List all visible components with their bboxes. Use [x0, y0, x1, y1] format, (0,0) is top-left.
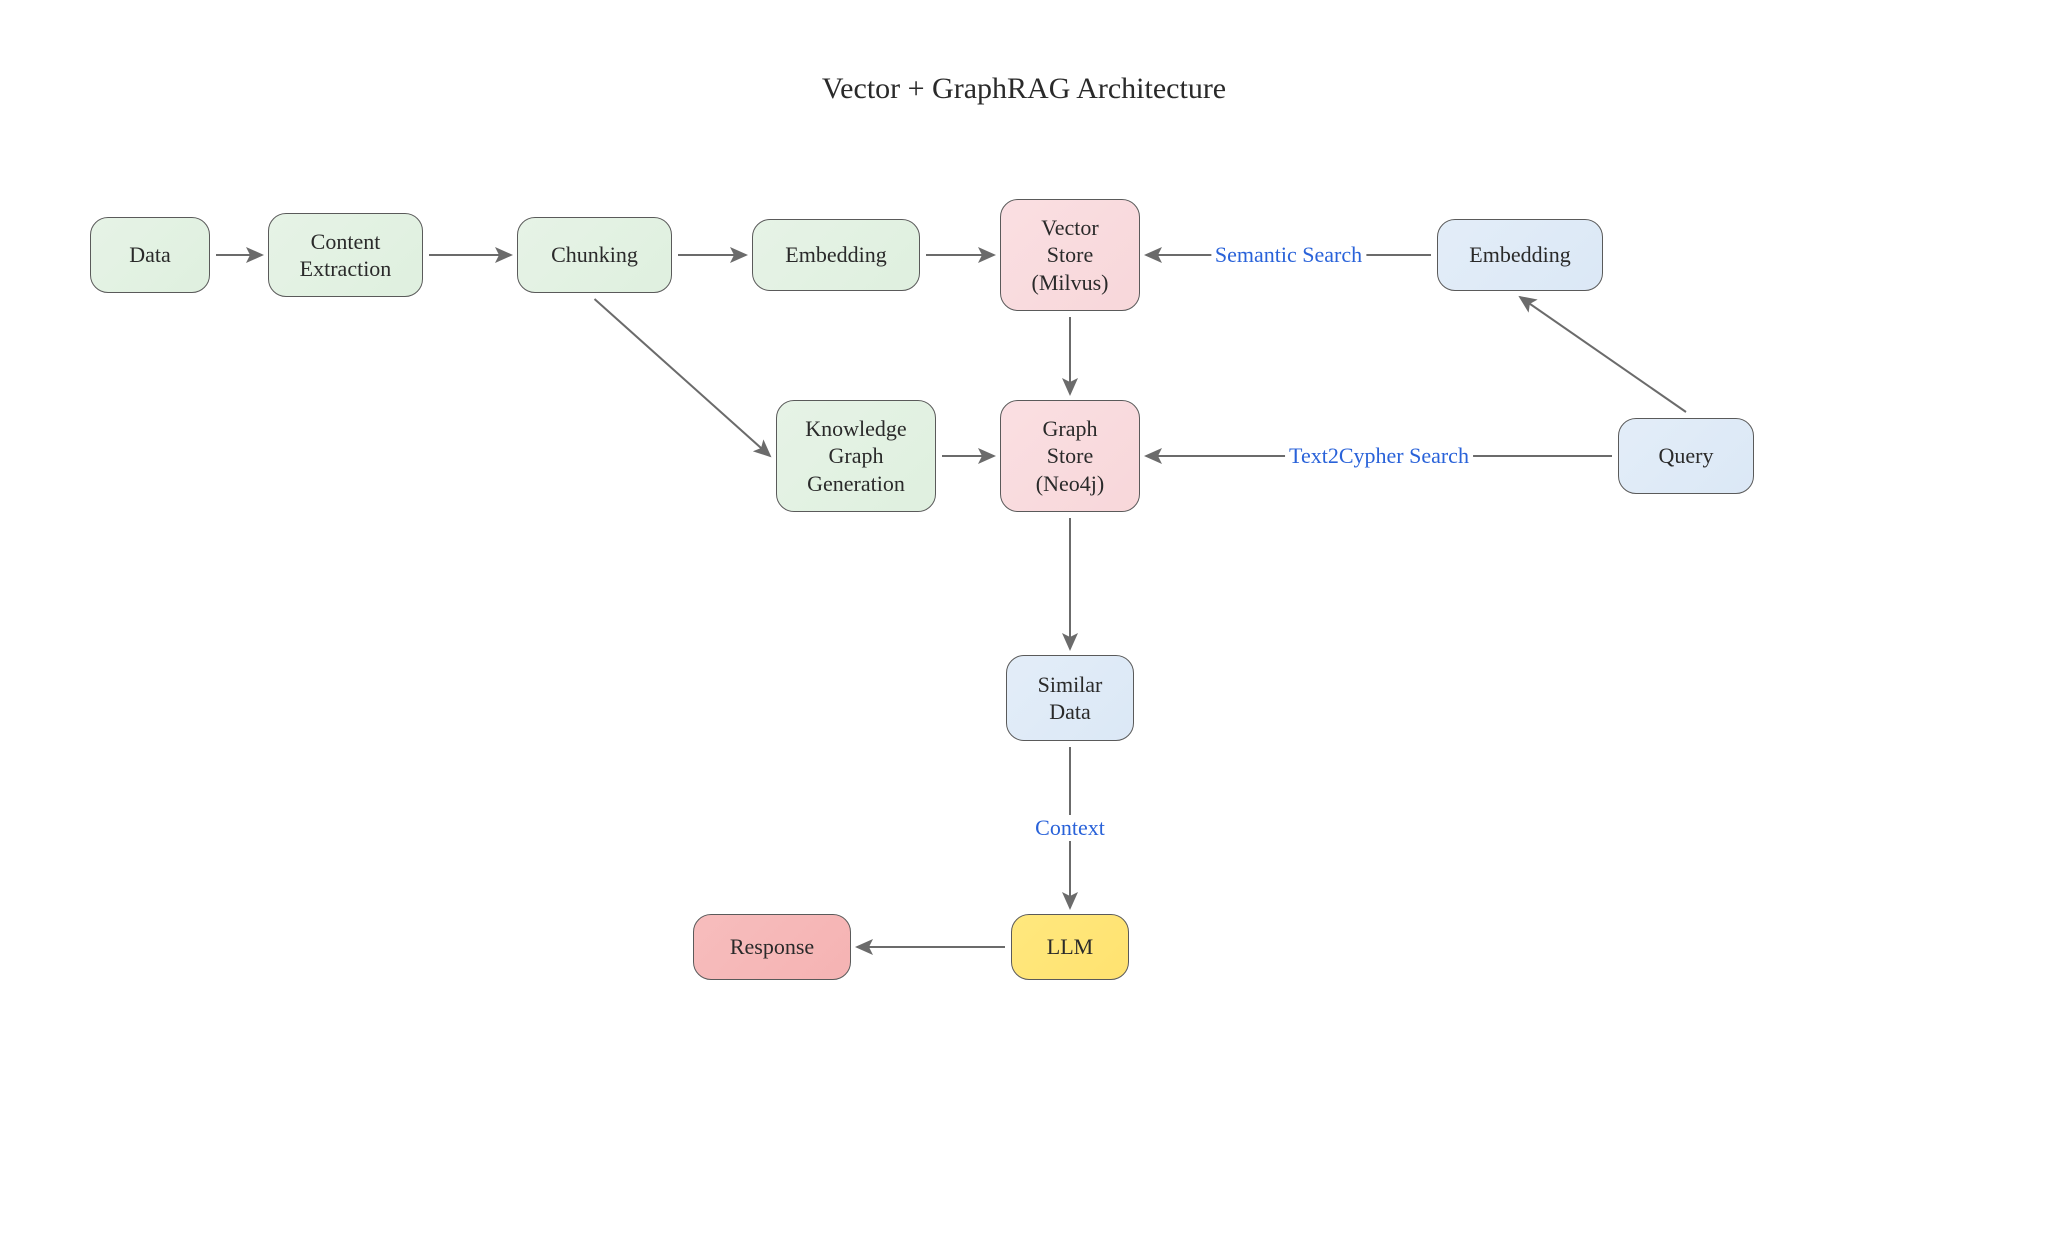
edge-label-embedding2-to-vectorstore: Semantic Search: [1211, 242, 1366, 268]
edge-label-query-to-graphstore: Text2Cypher Search: [1285, 443, 1473, 469]
node-data: Data: [90, 217, 210, 293]
node-graphstore: GraphStore(Neo4j): [1000, 400, 1140, 512]
edge-query-to-embedding2: [1520, 297, 1686, 412]
node-vectorstore: VectorStore(Milvus): [1000, 199, 1140, 311]
diagram-canvas: Vector + GraphRAG Architecture Data Conte…: [0, 0, 2048, 1247]
arrow-layer: [0, 0, 2048, 1247]
node-embedding2: Embedding: [1437, 219, 1603, 291]
node-embedding1: Embedding: [752, 219, 920, 291]
node-extract: ContentExtraction: [268, 213, 423, 297]
node-query: Query: [1618, 418, 1754, 494]
node-llm: LLM: [1011, 914, 1129, 980]
edge-label-similar-to-llm: Context: [1031, 815, 1109, 841]
node-response: Response: [693, 914, 851, 980]
node-chunking: Chunking: [517, 217, 672, 293]
diagram-title: Vector + GraphRAG Architecture: [0, 72, 2048, 106]
node-similar: SimilarData: [1006, 655, 1134, 741]
edge-chunking-to-kg: [595, 299, 771, 456]
node-kg: KnowledgeGraphGeneration: [776, 400, 936, 512]
